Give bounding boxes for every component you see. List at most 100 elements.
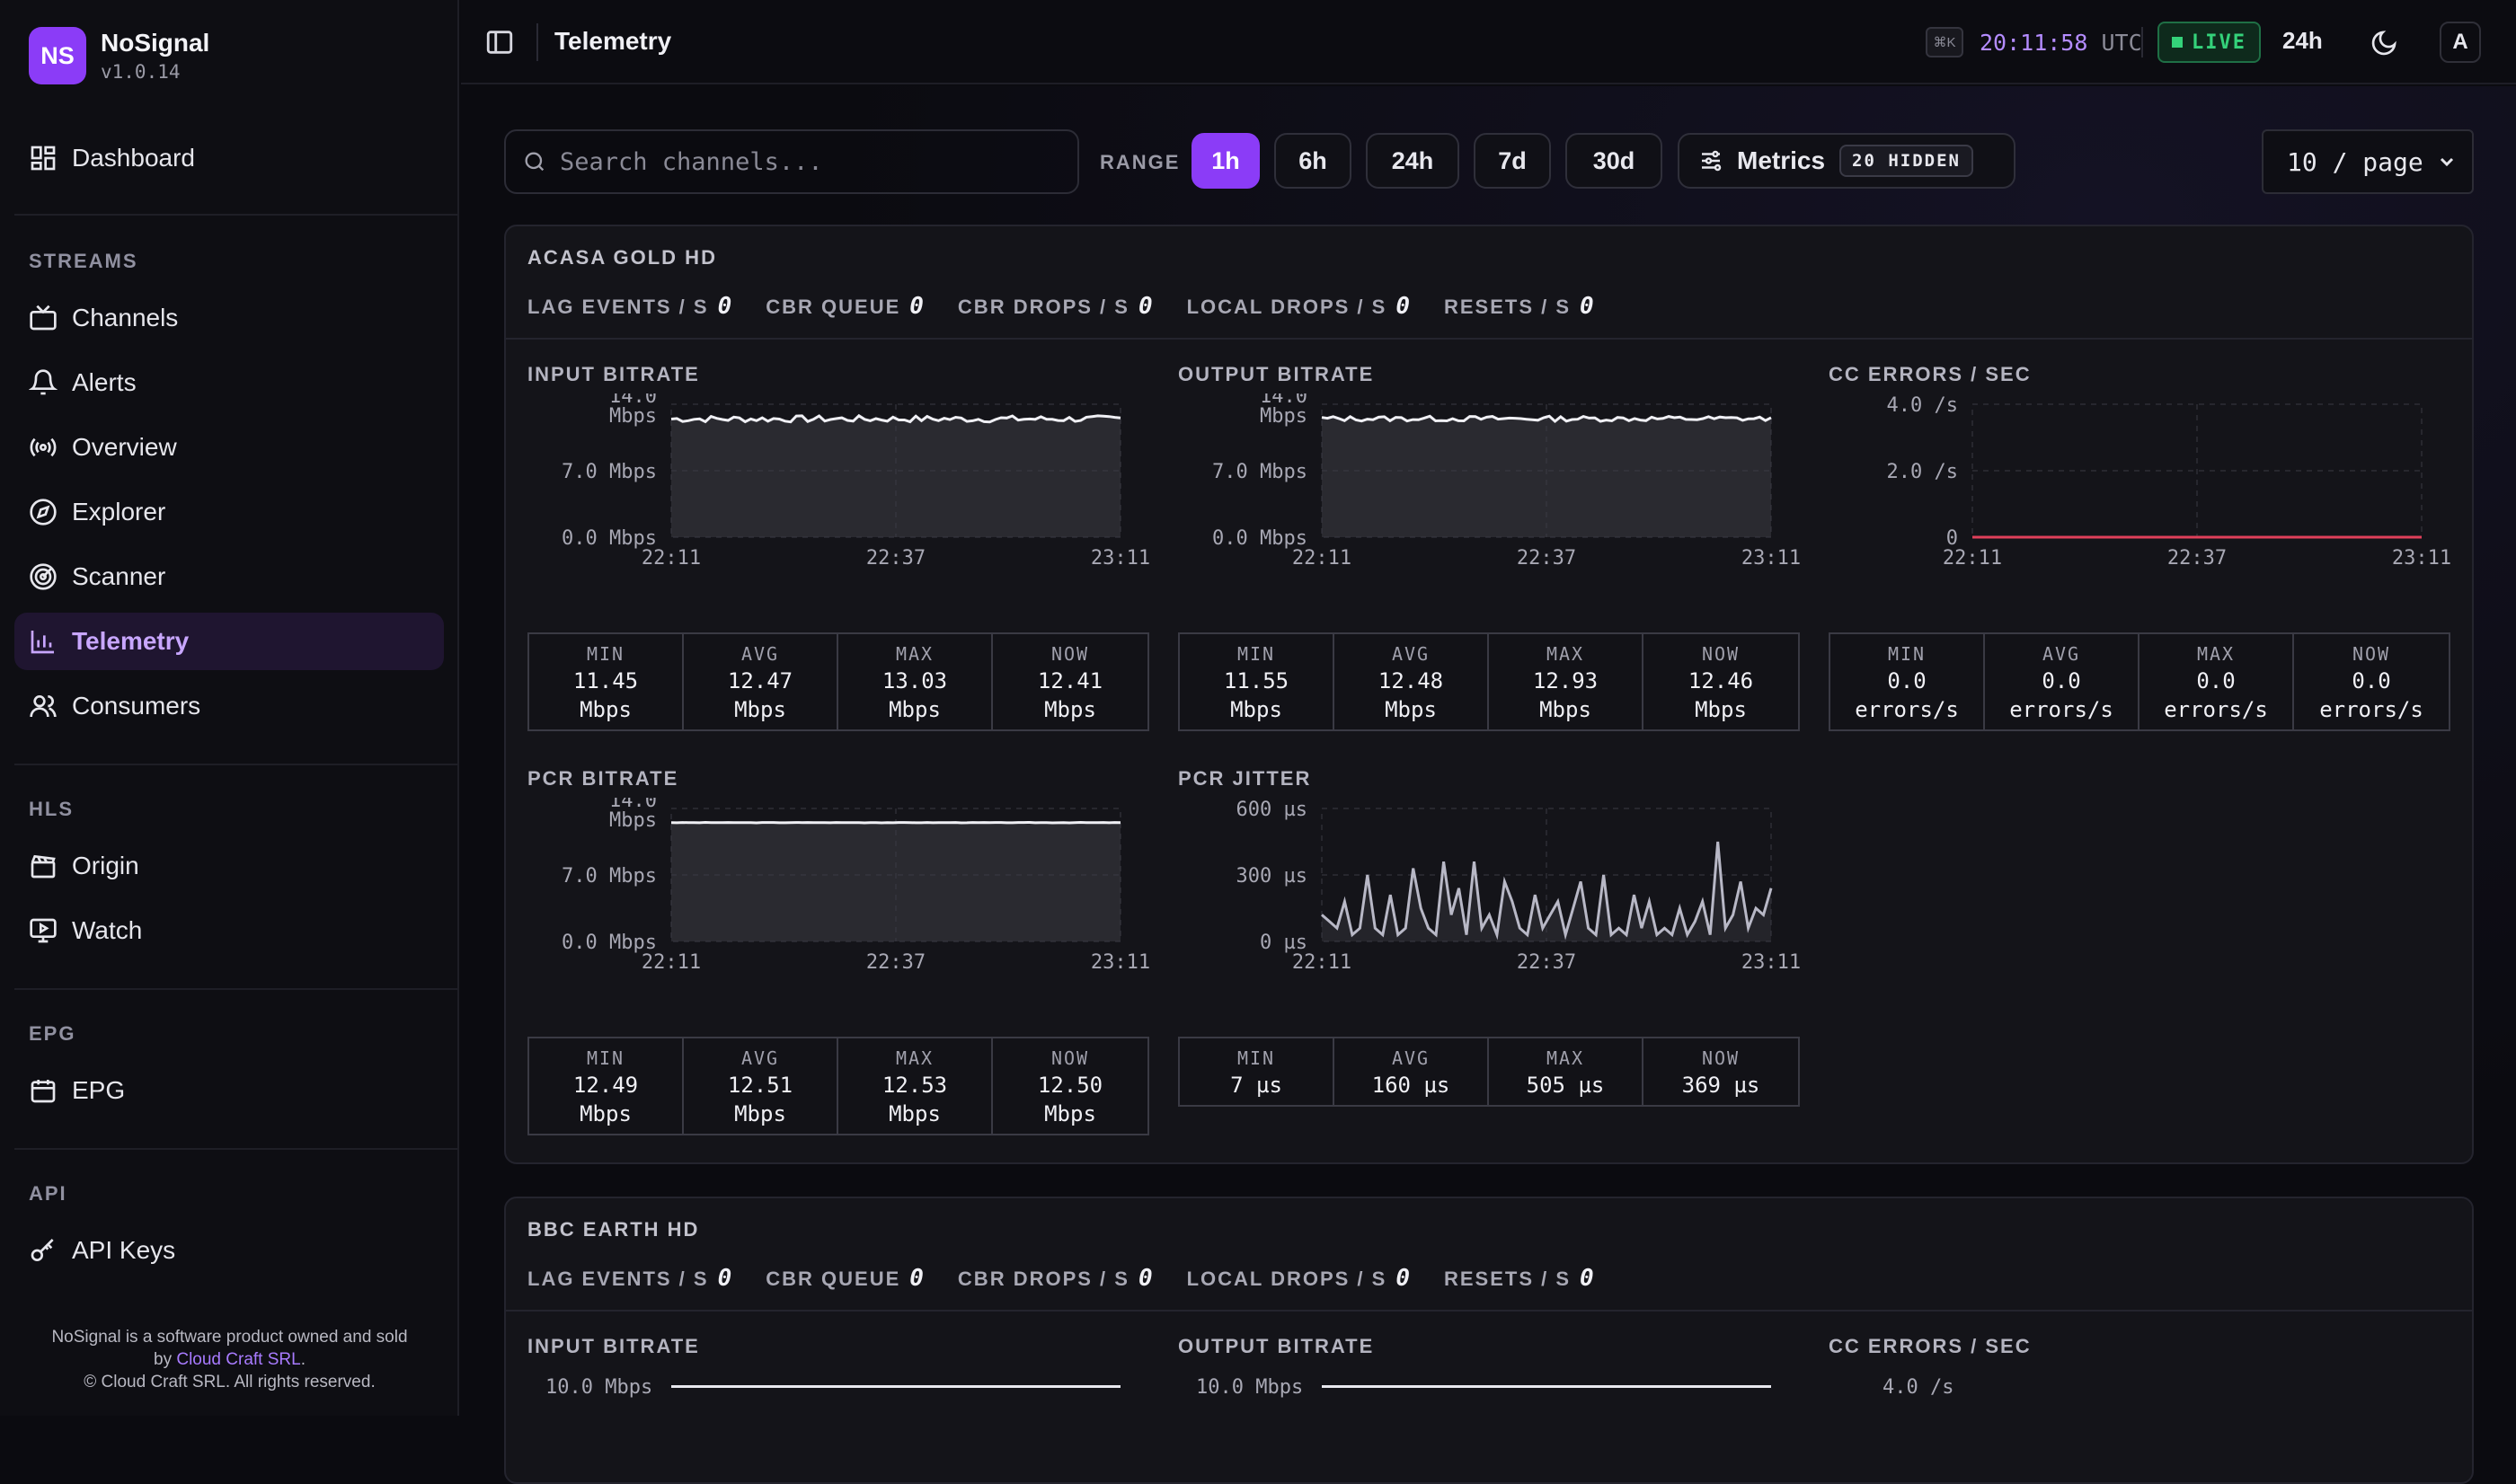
page-size-select[interactable]: 10 / page: [2262, 129, 2474, 194]
brand-name: NoSignal: [101, 29, 210, 57]
y-tick-label: Mbps: [609, 809, 657, 832]
counter-cbr-queue: CBR QUEUE 0: [766, 1265, 924, 1292]
panel-title: OUTPUT BITRATE: [1178, 1335, 1375, 1357]
stat-cell: MAX 12.93 Mbps: [1489, 634, 1643, 729]
stats-table: MIN 0.0 errors/s AVG 0.0 errors/s MAX 0.0 errors…: [1829, 632, 2450, 731]
nav-telemetry[interactable]: Telemetry: [14, 613, 444, 670]
nav-watch[interactable]: Watch: [14, 902, 444, 959]
footer-by: by: [154, 1350, 177, 1369]
counter-lag-events: LAG EVENTS / S 0: [527, 293, 731, 320]
stat-label: NOW: [2352, 643, 2391, 665]
time-range-toggle[interactable]: 24h: [2282, 27, 2323, 55]
divider: [2141, 27, 2143, 57]
x-tick-label: 23:11: [2392, 547, 2450, 570]
counter-value: 0: [909, 293, 924, 320]
stat-unit: Mbps: [889, 697, 941, 722]
channel-name: ACASA GOLD HD: [527, 246, 717, 269]
page-title: Telemetry: [554, 27, 672, 55]
channel-card: BBC EARTH HD LAG EVENTS / S 0 CBR QUEUE 0 …: [504, 1197, 2474, 1484]
stat-label: MAX: [1546, 643, 1585, 665]
metrics-button[interactable]: Metrics 20 HIDDEN: [1678, 133, 2015, 189]
stat-unit: Mbps: [580, 1101, 632, 1126]
stat-unit: Mbps: [1044, 1101, 1096, 1126]
search-input[interactable]: Search channels...: [504, 129, 1079, 194]
live-badge[interactable]: LIVE: [2157, 22, 2261, 63]
search-icon: [525, 152, 545, 172]
counter-value: 0: [1395, 293, 1410, 320]
x-tick-label: 23:11: [1741, 547, 1800, 570]
stat-value: 13.03: [881, 668, 948, 693]
stat-label: MIN: [586, 1047, 625, 1069]
chart-svg: 4.0 /s2.0 /s022:11 22:37 23:11: [1887, 394, 2450, 570]
sidebar-toggle-icon[interactable]: [484, 27, 515, 57]
stat-value: 369 µs: [1681, 1073, 1760, 1098]
avatar[interactable]: A: [2440, 22, 2481, 63]
range-30d-button[interactable]: 30d: [1565, 133, 1662, 189]
stat-cell: NOW 12.50 Mbps: [993, 1038, 1147, 1134]
nav-overview[interactable]: Overview: [14, 419, 444, 476]
counter-local-drops: LOCAL DROPS / S 0: [1187, 1265, 1410, 1292]
divider: [506, 1310, 2472, 1312]
panel-title: PCR JITTER: [1178, 767, 1312, 790]
stat-value: 0.0: [2042, 668, 2081, 693]
y-tick-label: 2.0 /s: [1887, 461, 1958, 483]
nav-channels[interactable]: Channels: [14, 289, 444, 347]
channel-name: BBC EARTH HD: [527, 1218, 700, 1241]
calendar-icon: [31, 1080, 56, 1103]
nav-consumers[interactable]: Consumers: [14, 677, 444, 735]
panel-title: CC ERRORS / SEC: [1829, 1335, 2032, 1357]
divider: [536, 23, 538, 61]
stat-label: AVG: [1391, 1047, 1431, 1069]
brand[interactable]: NS NoSignal v1.0.14: [29, 27, 209, 84]
range-7d-button[interactable]: 7d: [1474, 133, 1551, 189]
stat-cell: AVG 160 µs: [1334, 1038, 1489, 1105]
chart-panel-cc-errors: CC ERRORS / SEC 4.0 /s 2.0 /s 0 22:11 22:37 23…: [1829, 363, 2450, 731]
stat-label: MIN: [586, 643, 625, 665]
chart-panel-input-bitrate: INPUT BITRATE 14.0 Mbps 7.0 Mbps 0.0 Mbps 22:…: [527, 363, 1149, 731]
nav-dashboard[interactable]: Dashboard: [14, 129, 444, 187]
x-tick-label: 22:11: [1292, 951, 1351, 974]
command-palette-shortcut[interactable]: ⌘K: [1926, 27, 1963, 57]
range-1h-button[interactable]: 1h: [1192, 133, 1260, 189]
x-tick-label: 22:37: [866, 547, 926, 570]
nav-alerts[interactable]: Alerts: [14, 354, 444, 411]
x-tick-label: 22:37: [866, 951, 926, 974]
stat-value: 11.55: [1223, 668, 1289, 693]
channel-card: ACASA GOLD HD LAG EVENTS / S 0 CBR QUEUE 0…: [504, 225, 2474, 1164]
nav-label: API Keys: [72, 1236, 176, 1264]
y-tick-label: 4.0 /s: [1887, 394, 1958, 417]
main-content: Search channels... RANGE 1h 6h 24h 7d 30…: [461, 86, 2516, 1484]
chart-svg: 14.0Mbps7.0 Mbps0.0 Mbps22:11 22:37 23:11: [562, 393, 1149, 570]
clock-tz: UTC: [2101, 30, 2142, 56]
nav-explorer[interactable]: Explorer: [14, 483, 444, 541]
stat-label: AVG: [740, 643, 780, 665]
counter-value: 0: [717, 293, 732, 320]
y-tick-label: Mbps: [1260, 405, 1307, 428]
topbar: Telemetry ⌘K 20:11:58 UTC LIVE 24h A: [461, 0, 2516, 84]
range-24h-button[interactable]: 24h: [1366, 133, 1459, 189]
moon-icon[interactable]: [2370, 29, 2398, 57]
stat-unit: Mbps: [1695, 697, 1747, 722]
counter-local-drops: LOCAL DROPS / S 0: [1187, 293, 1410, 320]
y-tick-label: 300 µs: [1236, 865, 1307, 888]
x-tick-label: 23:11: [1091, 951, 1149, 974]
counter-cbr-drops: CBR DROPS / S 0: [958, 293, 1153, 320]
counter-resets: RESETS / S 0: [1444, 1265, 1594, 1292]
nav-api-keys[interactable]: API Keys: [14, 1222, 444, 1279]
nav-origin[interactable]: Origin: [14, 837, 444, 895]
nav-scanner[interactable]: Scanner: [14, 548, 444, 605]
x-tick-label: 23:11: [1741, 951, 1800, 974]
stat-unit: errors/s: [2164, 697, 2268, 722]
y-tick-label: 7.0 Mbps: [1212, 461, 1307, 483]
clock-time: 20:11:58: [1980, 30, 2088, 56]
series-area: [671, 822, 1121, 941]
nav-epg[interactable]: EPG: [14, 1062, 444, 1119]
stat-cell: MIN 0.0 errors/s: [1830, 634, 1985, 729]
panel-title: OUTPUT BITRATE: [1178, 363, 1375, 385]
divider: [14, 1148, 458, 1150]
x-tick-label: 22:37: [1517, 547, 1576, 570]
counter-value: 0: [1580, 1265, 1594, 1292]
range-6h-button[interactable]: 6h: [1274, 133, 1351, 189]
divider: [14, 214, 458, 216]
company-link[interactable]: Cloud Craft SRL: [176, 1350, 300, 1369]
